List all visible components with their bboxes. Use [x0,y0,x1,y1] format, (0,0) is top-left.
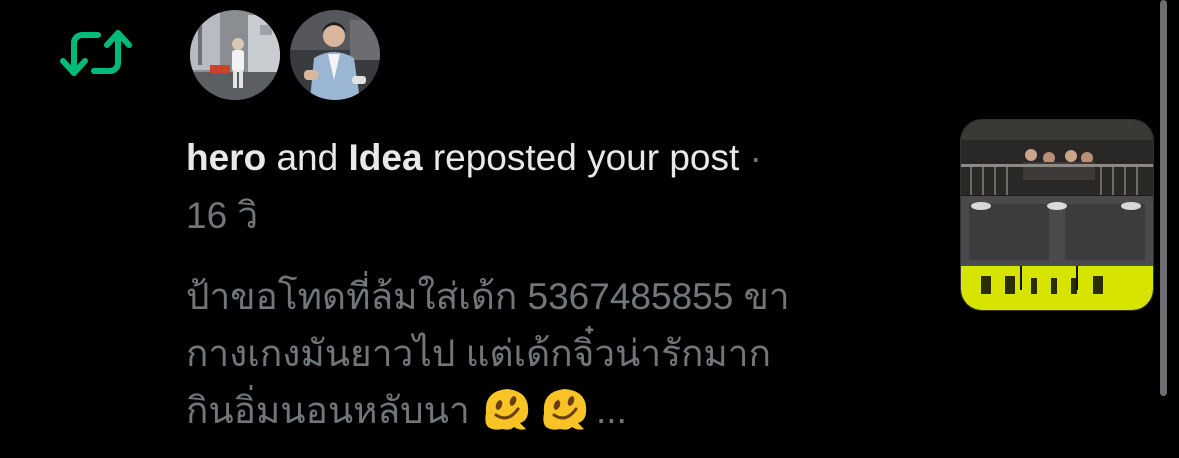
notification-headline: hero and Idea reposted your post · [186,133,906,183]
connector-text: and [276,137,339,178]
melting-face-emoji-icon [543,389,587,430]
post-image-thumbnail[interactable] [960,119,1154,311]
repost-notification[interactable]: hero and Idea reposted your post · 16 วิ… [0,0,1179,458]
avatar-photo-hero-icon [190,10,280,100]
action-text: reposted your post [432,137,740,178]
timestamp: 16 วิ [186,195,259,236]
user-name-idea[interactable]: Idea [348,137,422,178]
separator-dot: · [749,137,762,178]
avatar-photo-idea-icon [290,10,380,100]
avatar-idea[interactable] [288,8,382,102]
avatar-hero[interactable] [188,8,282,102]
post-text-line-3: กินอิ่มนอนหลับนา [186,390,470,431]
user-name-hero[interactable]: hero [186,137,266,178]
repost-icon [60,30,132,76]
reposter-avatars [188,8,382,104]
post-text: ป้าขอโทดที่ล้มใส่เด้ก 5367485855 ขา กางเ… [186,268,926,439]
truncation-ellipsis: ... [596,390,627,431]
post-text-line-1: ป้าขอโทดที่ล้มใส่เด้ก 5367485855 ขา [186,276,790,317]
post-image-icon [961,120,1153,310]
melting-face-emoji-icon [485,389,529,430]
scrollbar[interactable] [1160,0,1167,396]
post-text-line-2: กางเกงมันยาวไป แต่เด้กจิ๋วน่ารักมาก [186,333,771,374]
